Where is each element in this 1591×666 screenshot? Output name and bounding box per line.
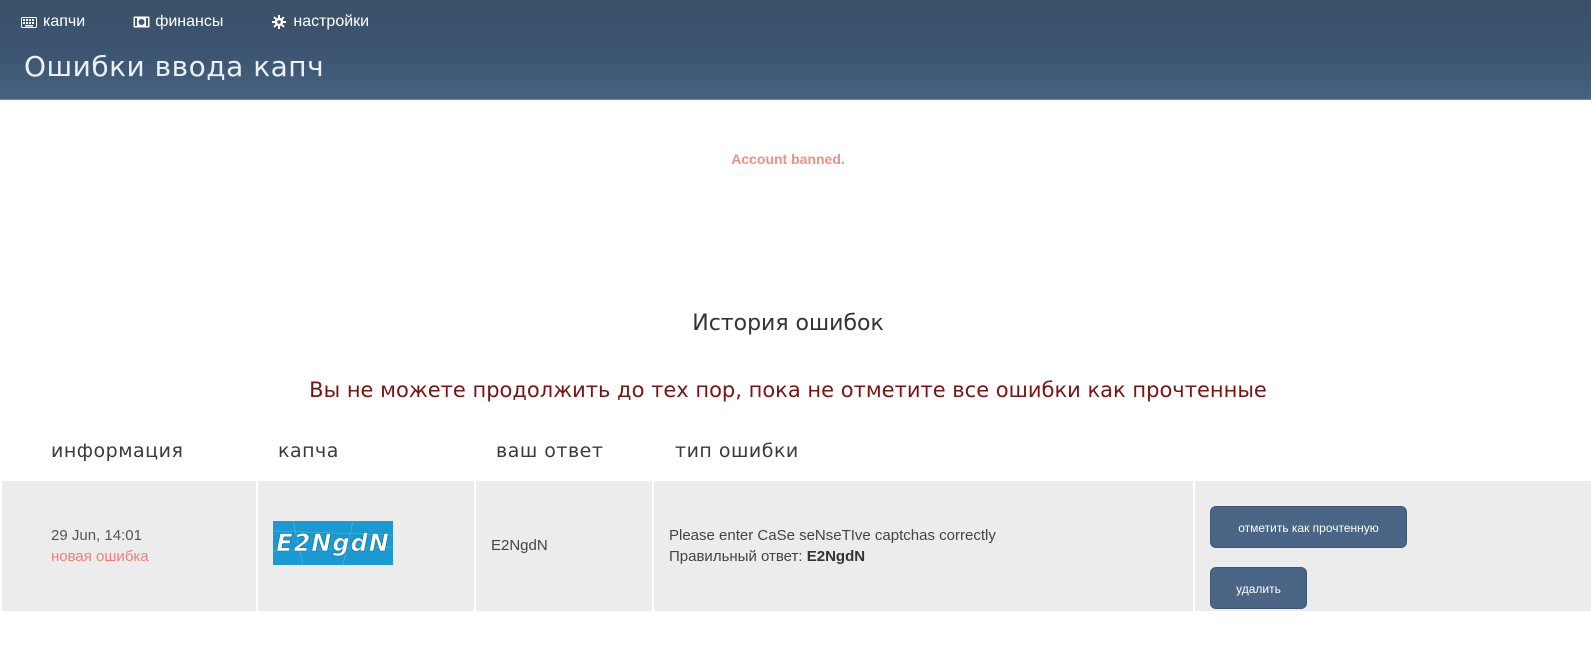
cell-divider xyxy=(474,481,476,611)
column-header-captcha: капча xyxy=(278,440,339,462)
correct-answer-value: E2NgdN xyxy=(806,548,866,565)
history-title: История ошибок xyxy=(692,311,884,336)
money-icon xyxy=(132,15,150,29)
error-date: 29 Jun, 14:01 xyxy=(51,527,142,544)
correct-answer: Правильный ответ: E2NgdN xyxy=(669,548,865,565)
column-header-answer: ваш ответ xyxy=(496,440,604,462)
keyboard-icon xyxy=(20,15,38,29)
header-bar: капчи финансы настройки Ошибки ввода кап… xyxy=(0,0,1591,100)
nav-item-label: настройки xyxy=(293,13,370,30)
account-banned-message: Account banned. xyxy=(731,151,845,167)
nav-item-label: капчи xyxy=(43,13,86,30)
page-title: Ошибки ввода капч xyxy=(24,50,325,83)
error-status: новая ошибка xyxy=(51,548,149,565)
captcha-image: E2NgdN xyxy=(272,520,394,566)
captcha-image-text: E2NgdN xyxy=(276,529,390,557)
mark-as-read-button[interactable]: отметить как прочтенную xyxy=(1210,506,1407,548)
gear-icon xyxy=(270,15,288,29)
correct-answer-label: Правильный ответ: xyxy=(669,548,803,565)
nav-item-finances[interactable]: финансы xyxy=(132,11,223,33)
cell-divider xyxy=(256,481,258,611)
cell-divider xyxy=(1193,481,1195,611)
error-message: Please enter CaSe seNseTIve captchas cor… xyxy=(669,527,996,544)
mark-read-warning: Вы не можете продолжить до тех пор, пока… xyxy=(309,378,1267,402)
delete-button[interactable]: удалить xyxy=(1210,567,1307,609)
column-header-info: информация xyxy=(51,440,184,462)
cell-divider xyxy=(652,481,654,611)
nav-item-captchas[interactable]: капчи xyxy=(20,11,85,33)
nav-item-label: финансы xyxy=(155,13,224,30)
column-header-error-type: тип ошибки xyxy=(675,440,799,462)
nav-item-settings[interactable]: настройки xyxy=(270,11,369,33)
top-nav: капчи финансы настройки xyxy=(20,11,416,33)
user-answer: E2NgdN xyxy=(491,537,548,554)
